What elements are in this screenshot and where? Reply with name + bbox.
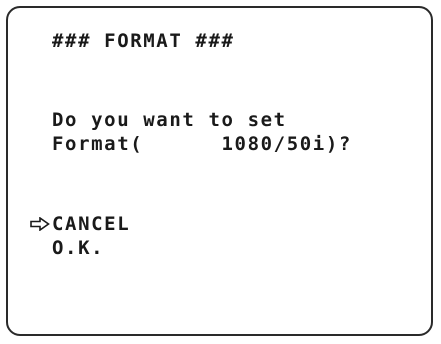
confirm-question-line-2: Format( 1080/50i)? xyxy=(52,133,352,155)
right-arrow-outline-icon xyxy=(30,217,50,231)
cancel-option[interactable]: CANCEL xyxy=(52,213,130,235)
menu-title: ### FORMAT ### xyxy=(52,30,235,52)
menu-screen: ### FORMAT ### Do you want to set Format… xyxy=(6,6,433,336)
confirm-question-line-1: Do you want to set xyxy=(52,109,287,131)
ok-option[interactable]: O.K. xyxy=(52,237,104,259)
